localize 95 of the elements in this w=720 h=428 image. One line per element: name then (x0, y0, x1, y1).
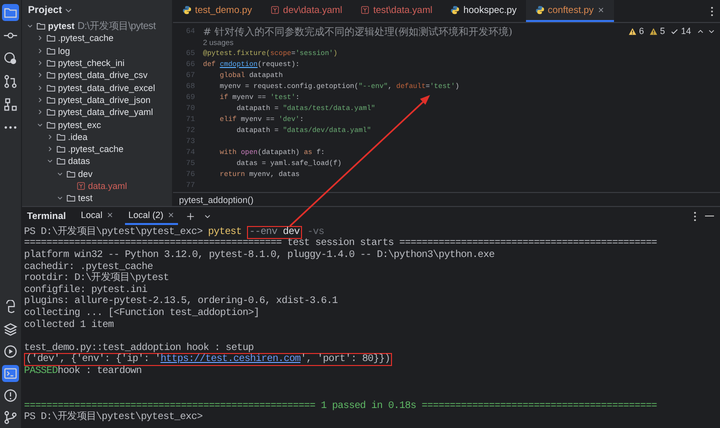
tree-item[interactable]: pytest_data_drive_csv (58, 70, 148, 80)
folder-icon (56, 132, 66, 142)
panel-title[interactable]: Project (28, 4, 62, 16)
check-icon (670, 26, 679, 36)
tree-item[interactable]: pytest_data_drive_excel (58, 82, 156, 93)
editor-tab[interactable]: test\data.yaml (351, 0, 442, 22)
chevron-right-icon[interactable] (46, 132, 54, 141)
tree-item[interactable]: .pytest_cache (58, 33, 114, 44)
more-options-icon[interactable] (710, 6, 714, 17)
terminal-line: collecting ... [<Function test_addoption>] (24, 308, 260, 319)
chevron-down-icon[interactable] (36, 120, 44, 129)
terminal-line: cachedir: .pytest_cache (24, 262, 153, 273)
editor-tab[interactable]: dev\data.yaml (261, 0, 352, 22)
chevron-down-icon[interactable] (64, 6, 72, 14)
tree-item[interactable]: dev (78, 168, 93, 179)
terminal-line: test_demo.py::test_addoption hook : setup (24, 344, 254, 354)
terminal-line: ============================================== test session starts ============================================== (24, 239, 657, 250)
terminal-line: PASSEDhook : teardown (24, 366, 142, 377)
panel-title[interactable]: Terminal (27, 210, 66, 222)
tree-item[interactable]: pytest_check_ini (58, 58, 125, 68)
close-icon[interactable] (106, 211, 114, 219)
folder-icon (36, 21, 46, 32)
inspection-count: 5 (660, 26, 665, 36)
folder-icon (46, 46, 56, 56)
chevron-right-icon[interactable] (36, 46, 44, 55)
terminal-line: ==================================================== 1 passed in 0.18s ========================================== (24, 402, 657, 412)
folder-icon (46, 70, 56, 80)
yaml-file-icon (76, 181, 86, 191)
python-file-icon (182, 5, 192, 15)
path-hint: D:\开发项目\pytest (78, 20, 156, 34)
terminal-tab[interactable]: Local (2) (125, 207, 178, 225)
inspection-count: 14 (680, 26, 691, 36)
problems-icon[interactable] (2, 387, 19, 404)
folder-icon (46, 94, 56, 105)
chevron-right-icon[interactable] (36, 84, 44, 92)
tree-item[interactable]: .idea (68, 132, 88, 142)
chevron-right-icon[interactable] (36, 34, 44, 42)
terminal-line: plugins: allure-pytest-2.13.5, ordering-0.6, xdist-3.6.1 (24, 297, 338, 308)
folder-icon (46, 120, 56, 130)
more-options-icon[interactable] (693, 210, 697, 222)
editor-tab[interactable]: conftest.py (526, 0, 614, 22)
chevron-right-icon[interactable] (36, 96, 44, 104)
plus-icon[interactable] (186, 212, 196, 220)
chevron-down-icon[interactable] (56, 194, 64, 202)
chevron-down-icon[interactable] (46, 157, 54, 166)
folder-icon (56, 144, 66, 154)
folder-icon (56, 156, 66, 166)
chevron-down-icon[interactable] (26, 22, 34, 30)
folder-icon (66, 193, 76, 204)
terminal-line: PS D:\开发项目\pytest\pytest_exc> (24, 413, 202, 424)
inspection-count: 6 (638, 26, 644, 36)
terminal-line: collected 1 item (24, 320, 114, 331)
structure-icon[interactable] (2, 96, 19, 113)
python-file-icon (450, 5, 460, 15)
pull-request-icon[interactable] (2, 73, 19, 90)
terminal-line: PS D:\开发项目\pytest\pytest_exc> pytest --env dev -vs (24, 228, 324, 238)
editor-tab[interactable]: hookspec.py (441, 0, 526, 22)
chevron-right-icon[interactable] (36, 108, 44, 116)
tree-item[interactable]: pytest_data_drive_yaml (58, 107, 154, 118)
branch-icon[interactable] (2, 409, 19, 426)
tree-item[interactable]: data.yaml (88, 181, 128, 191)
python-file-icon (534, 5, 545, 15)
tree-item[interactable]: .pytest_cache (68, 144, 124, 154)
terminal-line: configfile: pytest.ini (24, 286, 148, 296)
chevron-right-icon[interactable] (46, 145, 54, 154)
warning-icon (628, 26, 637, 36)
tree-item[interactable]: pytest_data_drive_json (58, 94, 151, 105)
layers-icon[interactable] (2, 321, 19, 338)
terminal-line: platform win32 -- Python 3.12.0, pytest-8.1.0, pluggy-1.4.0 -- D:\python3\python.exe (24, 250, 494, 261)
tree-item[interactable]: datas (68, 156, 90, 166)
folder-icon[interactable] (2, 4, 19, 21)
code-line: # 针对传入的不同参数完成不同的逻辑处理(例如测试环境和开发环境) (203, 26, 512, 38)
terminal-tab[interactable]: Local (78, 207, 118, 225)
tree-item[interactable]: pytest (48, 21, 75, 32)
yaml-file-icon (360, 5, 370, 15)
folder-icon (46, 82, 56, 93)
terminal-icon[interactable] (2, 365, 19, 382)
breadcrumb[interactable]: pytest_addoption() (179, 194, 254, 204)
yaml-file-icon (270, 5, 280, 15)
folder-icon (46, 33, 56, 44)
minimize-icon[interactable] (705, 215, 714, 217)
chevron-right-icon[interactable] (36, 59, 44, 68)
run-icon[interactable] (2, 343, 19, 360)
tree-item[interactable]: log (58, 46, 70, 56)
editor-tab[interactable]: test_demo.py (173, 0, 262, 22)
warning-icon (648, 26, 658, 36)
close-icon[interactable] (596, 6, 605, 14)
close-icon[interactable] (167, 211, 176, 219)
chevron-down-icon[interactable] (56, 170, 64, 178)
folder-icon (46, 107, 56, 118)
folder-icon (46, 58, 56, 68)
tree-item[interactable]: test (78, 193, 93, 204)
chevron-right-icon[interactable] (36, 71, 44, 80)
tree-item[interactable]: pytest_exc (58, 120, 102, 130)
folder-icon (66, 168, 76, 179)
